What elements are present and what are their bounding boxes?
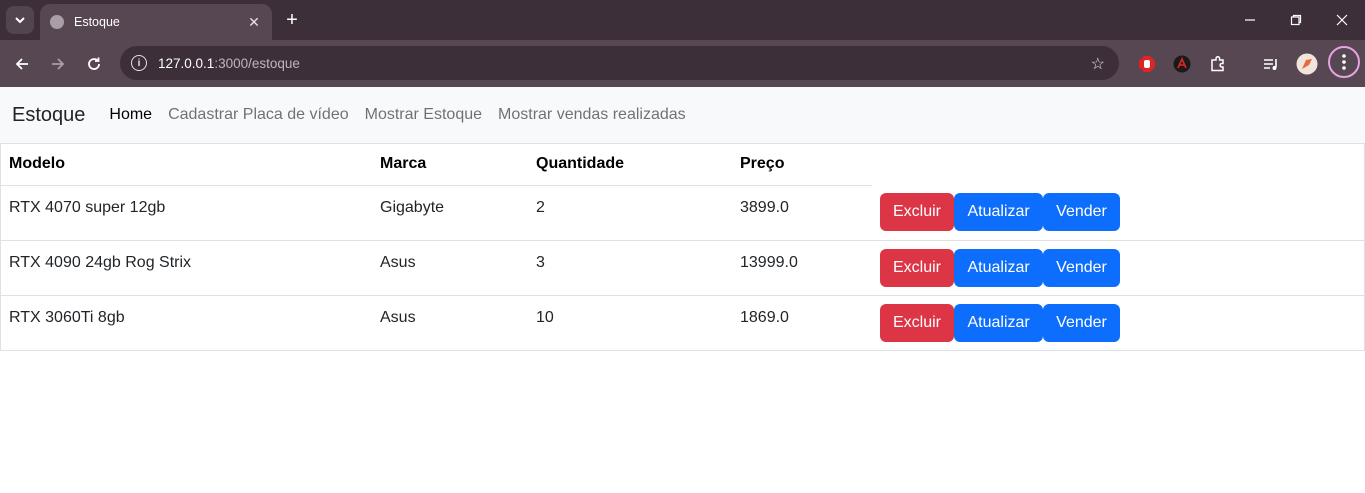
profile-avatar-icon[interactable] xyxy=(1296,53,1318,75)
table-row: RTX 4070 super 12gb Gigabyte 2 3899.0 Ex… xyxy=(1,185,1365,241)
header-preco: Preço xyxy=(732,144,872,186)
cell-preco: 3899.0 xyxy=(732,185,872,241)
cell-modelo: RTX 4070 super 12gb xyxy=(1,185,372,241)
kebab-menu-icon xyxy=(1342,54,1346,70)
cell-marca: Gigabyte xyxy=(372,185,528,241)
browser-tab-bar: Estoque ✕ + xyxy=(0,0,1365,40)
cell-actions: Excluir Atualizar Vender xyxy=(872,240,1365,296)
update-button[interactable]: Atualizar xyxy=(954,303,1043,342)
cell-marca: Asus xyxy=(372,295,528,351)
cell-modelo: RTX 3060Ti 8gb xyxy=(1,295,372,351)
back-button[interactable] xyxy=(9,51,35,77)
reload-button[interactable] xyxy=(81,51,107,77)
acrobat-extension-icon[interactable] xyxy=(1171,53,1193,75)
table-row: RTX 4090 24gb Rog Strix Asus 3 13999.0 E… xyxy=(1,240,1365,296)
close-tab-icon[interactable]: ✕ xyxy=(246,14,262,31)
url-path: :3000/estoque xyxy=(214,55,300,71)
nav-link-mostrar-vendas[interactable]: Mostrar vendas realizadas xyxy=(498,106,686,124)
close-icon xyxy=(1336,14,1348,26)
delete-button[interactable]: Excluir xyxy=(880,193,955,232)
inventory-table: Modelo Marca Quantidade Preço RTX 4070 s… xyxy=(1,144,1365,351)
header-actions xyxy=(872,144,1365,185)
navbar-brand[interactable]: Estoque xyxy=(12,104,85,127)
tab-search-button[interactable] xyxy=(6,6,34,34)
site-info-icon[interactable]: i xyxy=(131,55,147,71)
cell-preco: 13999.0 xyxy=(732,240,872,296)
table-header-row: Modelo Marca Quantidade Preço xyxy=(1,144,1365,186)
reload-icon xyxy=(88,57,100,70)
restore-button[interactable] xyxy=(1273,0,1319,40)
media-controls-icon[interactable] xyxy=(1260,53,1282,75)
sell-button[interactable]: Vender xyxy=(1043,248,1120,287)
cell-quantidade: 2 xyxy=(528,185,732,241)
restore-icon xyxy=(1290,14,1302,26)
extensions-puzzle-icon[interactable] xyxy=(1207,53,1229,75)
minimize-button[interactable] xyxy=(1227,0,1273,40)
cell-marca: Asus xyxy=(372,240,528,296)
update-button[interactable]: Atualizar xyxy=(954,248,1043,287)
forward-button[interactable] xyxy=(45,51,71,77)
globe-icon xyxy=(50,15,64,29)
browser-tab[interactable]: Estoque ✕ xyxy=(40,4,272,40)
table-row: RTX 3060Ti 8gb Asus 10 1869.0 Excluir At… xyxy=(1,295,1365,351)
arrow-right-icon xyxy=(52,58,65,70)
browser-toolbar: i 127.0.0.1:3000/estoque ☆ xyxy=(0,40,1365,87)
address-bar[interactable]: i 127.0.0.1:3000/estoque ☆ xyxy=(120,46,1119,80)
url-host: 127.0.0.1 xyxy=(158,55,215,71)
chevron-down-icon xyxy=(15,17,25,24)
delete-button[interactable]: Excluir xyxy=(880,248,955,287)
nav-link-cadastrar[interactable]: Cadastrar Placa de vídeo xyxy=(168,106,349,124)
header-modelo: Modelo xyxy=(1,144,372,186)
url-text[interactable]: 127.0.0.1:3000/estoque xyxy=(158,56,300,71)
sell-button[interactable]: Vender xyxy=(1043,303,1120,342)
arrow-left-icon xyxy=(15,58,28,70)
adblock-extension-icon[interactable] xyxy=(1136,53,1158,75)
close-window-button[interactable] xyxy=(1319,0,1365,40)
header-marca: Marca xyxy=(372,144,528,186)
header-quantidade: Quantidade xyxy=(528,144,732,186)
nav-link-mostrar-estoque[interactable]: Mostrar Estoque xyxy=(365,106,482,124)
cell-quantidade: 10 xyxy=(528,295,732,351)
update-button[interactable]: Atualizar xyxy=(954,193,1043,232)
sell-button[interactable]: Vender xyxy=(1043,193,1120,232)
cell-modelo: RTX 4090 24gb Rog Strix xyxy=(1,240,372,296)
cell-preco: 1869.0 xyxy=(732,295,872,351)
cell-actions: Excluir Atualizar Vender xyxy=(872,295,1365,351)
cell-quantidade: 3 xyxy=(528,240,732,296)
page-navbar: Estoque Home Cadastrar Placa de vídeo Mo… xyxy=(0,87,1365,144)
minimize-icon xyxy=(1245,19,1255,21)
delete-button[interactable]: Excluir xyxy=(880,303,955,342)
bookmark-star-icon[interactable]: ☆ xyxy=(1091,54,1105,74)
new-tab-button[interactable]: + xyxy=(280,8,304,32)
inventory-table-wrapper: Modelo Marca Quantidade Preço RTX 4070 s… xyxy=(0,144,1365,351)
browser-menu-button[interactable] xyxy=(1328,46,1360,78)
nav-link-home[interactable]: Home xyxy=(109,106,152,124)
cell-actions: Excluir Atualizar Vender xyxy=(872,185,1365,241)
tab-title: Estoque xyxy=(74,15,120,29)
